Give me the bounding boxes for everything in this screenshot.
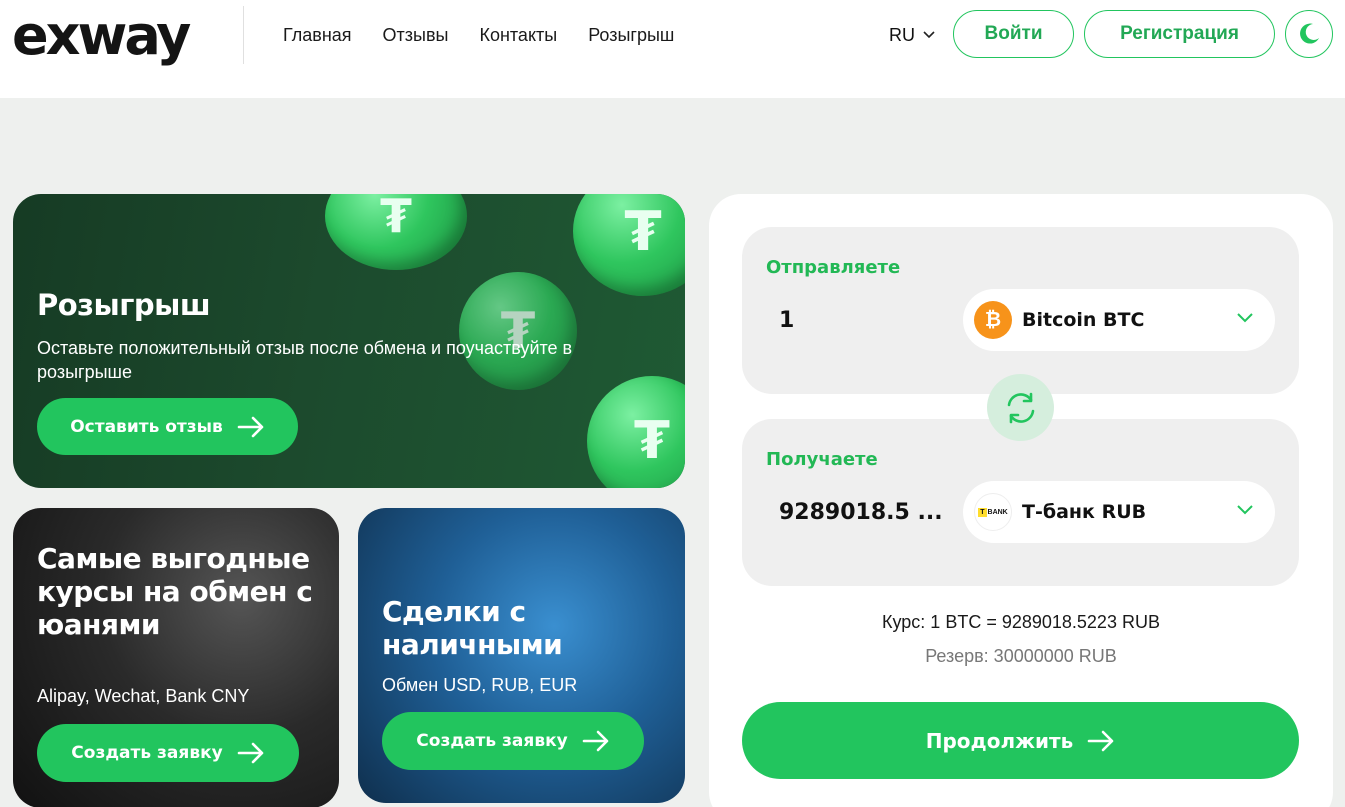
swap-currencies-button[interactable]	[987, 374, 1054, 441]
chevron-down-icon	[923, 31, 935, 39]
language-value: RU	[889, 25, 915, 45]
send-amount-input[interactable]: 1	[779, 308, 794, 333]
raffle-card: ₮ ₮ ₮ ₮ Розыгрыш Оставьте положительный …	[13, 194, 685, 488]
tbank-icon: T BANK	[974, 493, 1012, 531]
send-currency-name: Bitcoin BTC	[1022, 309, 1145, 331]
cash-create-request-label: Создать заявку	[416, 731, 568, 751]
receive-label: Получаете	[766, 449, 878, 470]
yuan-exchange-card: Самые выгодные курсы на обмен с юанями A…	[13, 508, 339, 807]
reserve-amount: Резерв: 30000000 RUB	[925, 646, 1117, 666]
bitcoin-icon: ₿	[974, 301, 1012, 339]
exchange-rate: Курс: 1 BTC = 9289018.5223 RUB	[882, 612, 1160, 632]
raffle-text: Оставьте положительный отзыв после обмен…	[37, 338, 573, 382]
cash-deals-card: Сделки с наличными Обмен USD, RUB, EUR С…	[358, 508, 685, 803]
language-select[interactable]: RU	[889, 24, 935, 46]
main-nav: Главная Отзывы Контакты Розыгрыш	[283, 24, 674, 46]
arrow-right-icon	[237, 416, 264, 437]
tether-coin-icon: ₮	[573, 194, 685, 296]
site-header: exway Главная Отзывы Контакты Розыгрыш R…	[0, 0, 1345, 98]
receive-amount-input[interactable]: 9289018.5 ...	[779, 500, 943, 525]
yuan-title: Самые выгодные курсы на обмен с юанями	[37, 542, 313, 641]
chevron-down-icon	[1237, 313, 1253, 323]
nav-reviews[interactable]: Отзывы	[383, 24, 449, 46]
cash-text: Обмен USD, RUB, EUR	[382, 675, 578, 695]
tether-coin-icon: ₮	[587, 376, 685, 488]
login-button[interactable]: Войти	[953, 10, 1074, 58]
theme-toggle-button[interactable]	[1285, 10, 1333, 58]
send-label: Отправляете	[766, 257, 901, 278]
header-divider	[243, 6, 244, 64]
register-button[interactable]: Регистрация	[1084, 10, 1275, 58]
cash-title: Сделки с наличными	[382, 595, 563, 661]
raffle-title: Розыгрыш	[37, 288, 211, 322]
logo[interactable]: exway	[12, 8, 191, 64]
arrow-right-icon	[237, 742, 264, 764]
receive-currency-select[interactable]: T BANK Т-банк RUB	[963, 481, 1275, 543]
exchange-panel: Отправляете 1 ₿ Bitcoin BTC Получаете 92…	[709, 194, 1333, 807]
arrow-right-icon	[1087, 730, 1114, 751]
nav-contacts[interactable]: Контакты	[479, 24, 557, 46]
send-box: Отправляете 1 ₿ Bitcoin BTC	[742, 227, 1299, 394]
continue-label: Продолжить	[925, 728, 1074, 753]
continue-button[interactable]: Продолжить	[742, 702, 1299, 779]
yuan-create-request-label: Создать заявку	[71, 743, 223, 763]
tether-coin-icon: ₮	[325, 194, 467, 270]
swap-arrows-icon	[1007, 392, 1034, 423]
yuan-text: Alipay, Wechat, Bank CNY	[37, 686, 250, 706]
leave-review-button[interactable]: Оставить отзыв	[37, 398, 298, 455]
nav-raffle[interactable]: Розыгрыш	[588, 24, 674, 46]
cash-create-request-button[interactable]: Создать заявку	[382, 712, 644, 770]
send-currency-select[interactable]: ₿ Bitcoin BTC	[963, 289, 1275, 351]
moon-icon	[1300, 23, 1319, 44]
receive-box: Получаете 9289018.5 ... T BANK Т-банк RUB	[742, 419, 1299, 586]
receive-currency-name: Т-банк RUB	[1022, 501, 1147, 523]
leave-review-label: Оставить отзыв	[70, 416, 223, 437]
chevron-down-icon	[1237, 505, 1253, 515]
arrow-right-icon	[582, 730, 609, 752]
yuan-create-request-button[interactable]: Создать заявку	[37, 724, 299, 782]
nav-home[interactable]: Главная	[283, 24, 352, 46]
